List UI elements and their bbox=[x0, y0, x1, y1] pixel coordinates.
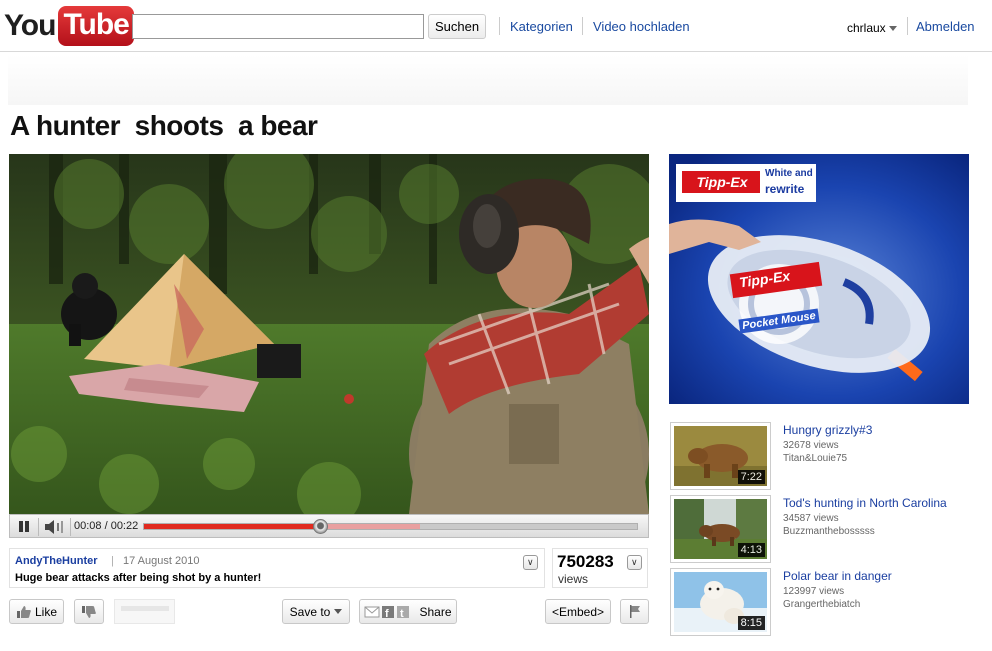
nav-categories-link[interactable]: Kategorien bbox=[510, 19, 573, 34]
share-button[interactable]: f t Share bbox=[359, 599, 457, 624]
share-label: Share bbox=[419, 604, 452, 619]
nav-divider bbox=[582, 17, 583, 35]
related-video-item[interactable]: 7:22 Hungry grizzly#3 32678 views Titan&… bbox=[669, 422, 969, 490]
logout-link[interactable]: Abmelden bbox=[916, 19, 975, 34]
search-button[interactable]: Suchen bbox=[428, 14, 486, 39]
related-video-title[interactable]: Polar bear in danger bbox=[783, 569, 892, 583]
rating-bar bbox=[114, 599, 175, 624]
related-video-title[interactable]: Tod's hunting in North Carolina bbox=[783, 496, 947, 510]
related-video-views: 34587 views bbox=[783, 513, 839, 524]
progress-played bbox=[144, 524, 322, 529]
progress-scrubber[interactable] bbox=[313, 519, 329, 534]
dislike-button[interactable] bbox=[74, 599, 104, 624]
related-video-item[interactable]: 8:15 Polar bear in danger 123997 views G… bbox=[669, 568, 969, 636]
video-thumbnail[interactable]: 8:15 bbox=[670, 568, 771, 636]
flag-button[interactable] bbox=[620, 599, 649, 624]
like-label: Like bbox=[34, 604, 57, 619]
twitter-icon: t bbox=[397, 605, 410, 619]
chevron-down-icon bbox=[888, 26, 897, 32]
like-button[interactable]: Like bbox=[9, 599, 64, 624]
svg-text:t: t bbox=[400, 608, 404, 619]
video-duration: 4:13 bbox=[737, 543, 765, 557]
pause-icon[interactable] bbox=[16, 519, 32, 535]
video-thumbnail[interactable]: 4:13 bbox=[670, 495, 771, 563]
ad-tagline-1: White and bbox=[765, 168, 813, 179]
video-info-box: AndyTheHunter | 17 August 2010 Huge bear… bbox=[9, 548, 545, 588]
player-controls: 00:08 / 00:22 bbox=[9, 514, 649, 538]
playback-time: 00:08 / 00:22 bbox=[74, 520, 139, 532]
expand-stats-button[interactable]: ∨ bbox=[627, 555, 642, 570]
user-menu[interactable]: chrlaux bbox=[847, 21, 897, 35]
logo-you-text: You bbox=[4, 9, 56, 42]
video-duration: 7:22 bbox=[737, 470, 765, 484]
expand-description-button[interactable]: ∨ bbox=[523, 555, 538, 570]
username: chrlaux bbox=[847, 21, 886, 35]
uploader-link[interactable]: AndyTheHunter bbox=[15, 555, 98, 567]
related-video-views: 123997 views bbox=[783, 586, 845, 597]
upload-date: 17 August 2010 bbox=[123, 555, 200, 567]
video-player[interactable] bbox=[9, 154, 649, 514]
view-count: 750283 bbox=[557, 552, 614, 571]
banner-band bbox=[8, 55, 968, 105]
nav-divider bbox=[907, 17, 908, 35]
rating-bar-track bbox=[121, 606, 169, 611]
control-divider bbox=[70, 518, 71, 536]
video-frame bbox=[9, 154, 649, 514]
views-box: 750283 views ∨ bbox=[552, 548, 648, 588]
advertisement[interactable]: Tipp-Ex White and rewrite Tipp-Ex Pocket… bbox=[669, 154, 969, 404]
related-video-title[interactable]: Hungry grizzly#3 bbox=[783, 423, 872, 437]
thumbs-up-icon bbox=[16, 605, 31, 618]
chevron-down-icon: ∨ bbox=[631, 557, 638, 567]
flag-icon bbox=[629, 605, 640, 618]
related-video-item[interactable]: 4:13 Tod's hunting in North Carolina 345… bbox=[669, 495, 969, 563]
youtube-logo[interactable]: You Tube bbox=[4, 6, 134, 46]
email-icon bbox=[364, 606, 380, 617]
save-to-button[interactable]: Save to bbox=[282, 599, 350, 624]
nav-divider bbox=[499, 17, 500, 35]
search-input[interactable] bbox=[132, 14, 424, 39]
video-thumbnail[interactable]: 7:22 bbox=[670, 422, 771, 490]
volume-icon[interactable] bbox=[44, 520, 66, 534]
views-label: views bbox=[558, 572, 589, 586]
share-icons: f t bbox=[364, 605, 410, 619]
save-to-label: Save to bbox=[289, 604, 331, 619]
nav-upload-link[interactable]: Video hochladen bbox=[593, 19, 690, 34]
ad-tagline-2: rewrite bbox=[765, 182, 805, 196]
embed-label: <Embed> bbox=[551, 604, 605, 619]
chevron-down-icon: ∨ bbox=[527, 557, 534, 567]
related-video-author: Buzzmanthebosssss bbox=[783, 526, 875, 537]
chevron-down-icon bbox=[334, 609, 343, 614]
ad-brand: Tipp-Ex bbox=[696, 174, 748, 190]
video-duration: 8:15 bbox=[737, 616, 765, 630]
progress-bar[interactable] bbox=[143, 519, 638, 534]
thumbs-down-icon bbox=[82, 605, 96, 618]
info-separator: | bbox=[111, 555, 114, 567]
related-video-author: Grangerthebiatch bbox=[783, 599, 861, 610]
related-video-author: Titan&Louie75 bbox=[783, 453, 848, 464]
video-title: A hunter shoots a bear bbox=[10, 110, 318, 141]
related-video-views: 32678 views bbox=[783, 440, 839, 451]
video-description: Huge bear attacks after being shot by a … bbox=[15, 572, 262, 584]
svg-text:f: f bbox=[385, 608, 389, 619]
masthead: You Tube Suchen Kategorien Video hochlad… bbox=[0, 0, 992, 52]
control-divider bbox=[38, 518, 39, 536]
facebook-icon: f bbox=[382, 605, 395, 619]
logo-tube-text: Tube bbox=[58, 6, 134, 46]
embed-button[interactable]: <Embed> bbox=[545, 599, 611, 624]
